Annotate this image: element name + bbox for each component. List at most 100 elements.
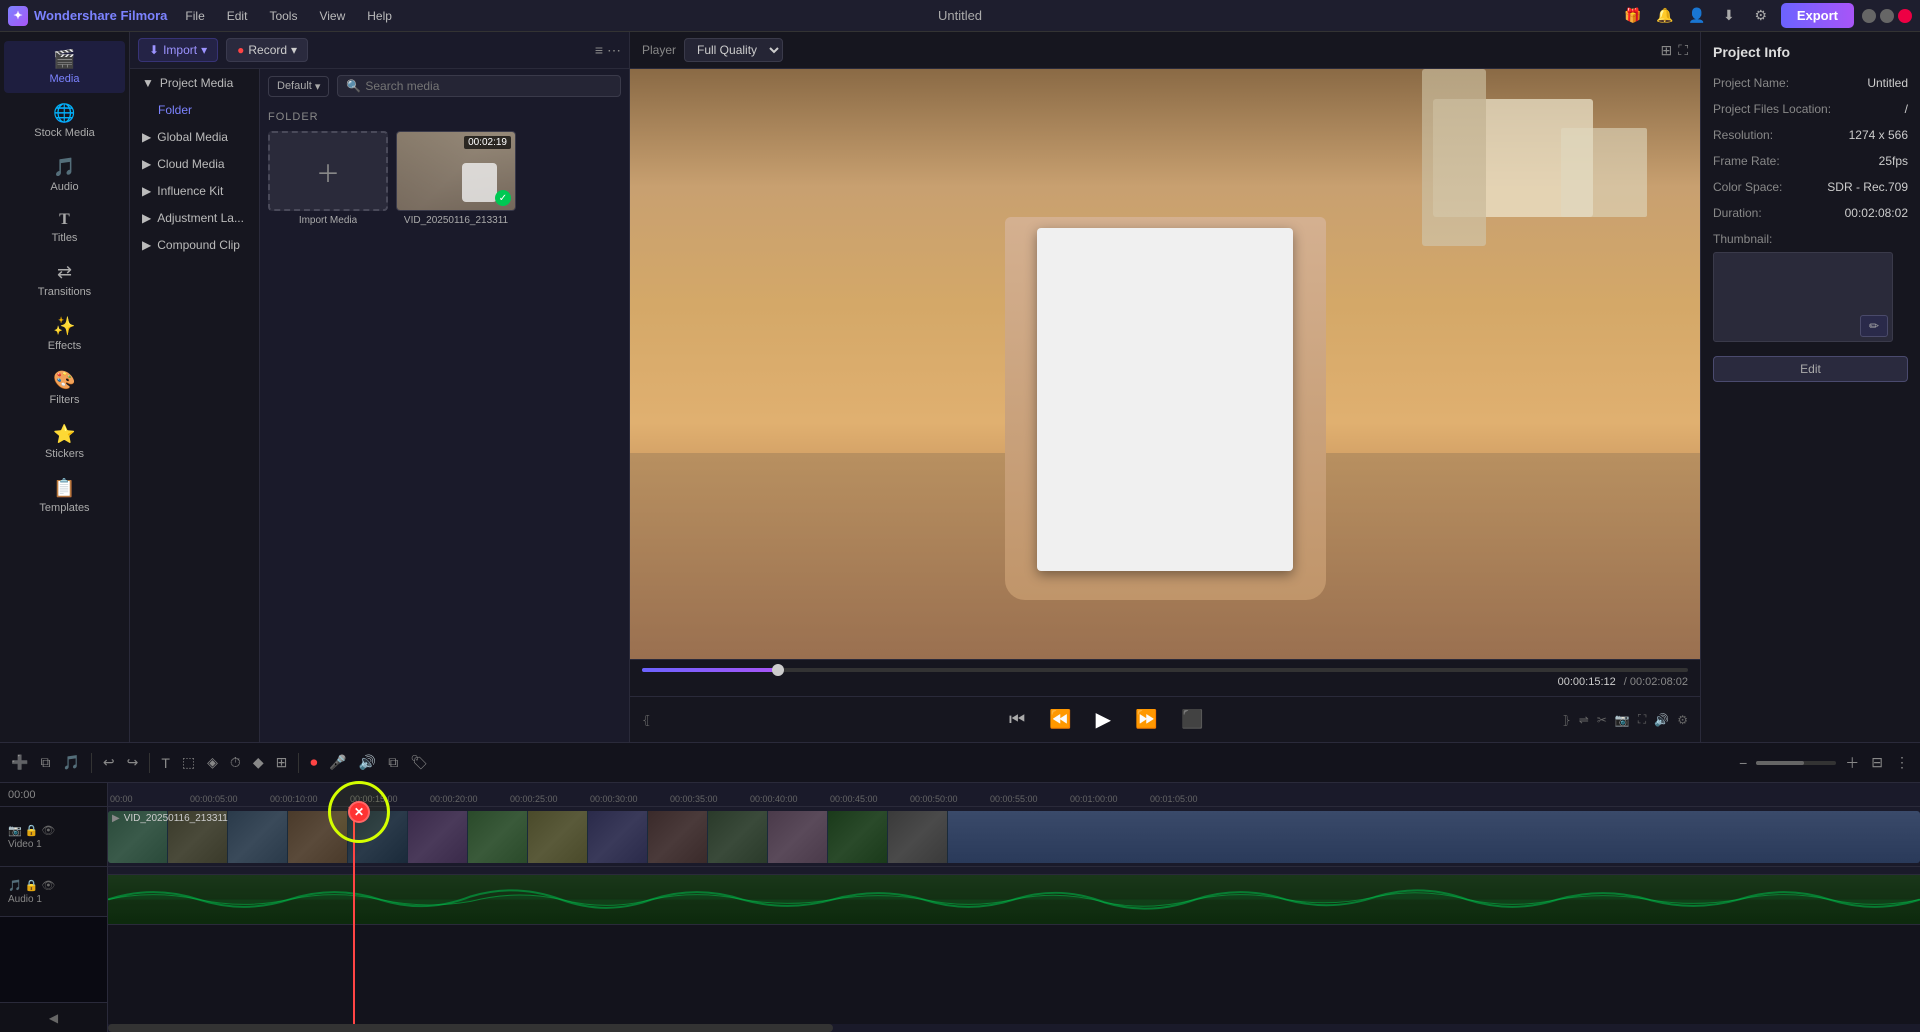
ruler-mark-12: 00:01:00:00 [1068, 794, 1148, 804]
quality-select[interactable]: Full Quality 1/2 1/4 [684, 38, 783, 62]
default-sort-button[interactable]: Default ▾ [268, 76, 329, 97]
settings-icon[interactable]: ⚙ [1749, 4, 1773, 28]
thumbnail-edit-icon[interactable]: ✏ [1860, 315, 1888, 337]
pip-button[interactable]: ⧉ [37, 751, 53, 774]
sidebar-item-audio[interactable]: 🎵 Audio [4, 149, 125, 201]
gift-icon[interactable]: 🎁 [1621, 4, 1645, 28]
sidebar-item-media[interactable]: 🎬 Media [4, 41, 125, 93]
sidebar-item-templates[interactable]: 📋 Templates [4, 470, 125, 522]
menu-edit[interactable]: Edit [217, 5, 258, 27]
audio-detach-button[interactable]: 🔊 [356, 751, 379, 774]
sidebar-item-filters[interactable]: 🎨 Filters [4, 362, 125, 414]
text-button[interactable]: T [158, 752, 173, 774]
close-button[interactable] [1898, 9, 1912, 23]
frame-back-button[interactable]: ⏪ [1045, 705, 1075, 734]
sidebar-item-titles[interactable]: T Titles [4, 203, 125, 252]
fullscreen-icon[interactable]: ⛶ [1678, 42, 1688, 59]
bracket-out-icon[interactable]: ⦄ [1562, 713, 1571, 727]
separator-3 [298, 753, 299, 773]
track-collapse-icon[interactable]: ◀ [49, 1011, 58, 1025]
bell-icon[interactable]: 🔔 [1653, 4, 1677, 28]
sidebar-item-transitions[interactable]: ⇄ Transitions [4, 254, 125, 306]
camera-track-icon[interactable]: 📷 [8, 824, 22, 837]
section-global-media[interactable]: ▶ Global Media [134, 124, 255, 150]
more-tools-button[interactable]: ⋮ [1892, 751, 1912, 774]
zoom-slider[interactable] [1756, 761, 1836, 765]
plus-zoom-button[interactable]: ＋ [1842, 750, 1862, 776]
section-cloud-expand-icon: ▶ [142, 157, 151, 171]
maximize-button[interactable] [1880, 9, 1894, 23]
settings2-icon[interactable]: ⚙ [1677, 713, 1688, 727]
record-button[interactable]: ● Record ▾ [226, 38, 308, 62]
scrollbar-thumb[interactable] [108, 1024, 833, 1032]
record-timeline-button[interactable]: ⏺ [307, 751, 320, 774]
grid-toggle-button[interactable]: ⊟ [1868, 751, 1886, 774]
sidebar-item-stickers[interactable]: ⭐ Stickers [4, 416, 125, 468]
redo-button[interactable]: ↪ [124, 751, 142, 774]
crop-button[interactable]: ⬚ [179, 751, 198, 774]
more-options-icon[interactable]: ⋯ [607, 42, 621, 59]
minus-zoom-button[interactable]: − [1736, 752, 1750, 774]
rewind-button[interactable]: ⏮ [1005, 705, 1029, 734]
menu-help[interactable]: Help [357, 5, 402, 27]
time-current: 00:00:15:12 [1558, 676, 1616, 688]
fullscreen2-icon[interactable]: ⛶ [1638, 712, 1646, 727]
voiceover-button[interactable]: 🎤 [326, 751, 349, 774]
section-adjustment[interactable]: ▶ Adjustment La... [134, 205, 255, 231]
color-space-row: Color Space: SDR - Rec.709 [1713, 180, 1908, 194]
import-button[interactable]: ⬇ Import ▾ [138, 38, 218, 62]
marker-button[interactable]: 🏷 [407, 751, 431, 774]
audio-track-button[interactable]: 🎵 [59, 751, 82, 774]
menu-file[interactable]: File [175, 5, 214, 27]
person-icon[interactable]: 👤 [1685, 4, 1709, 28]
audio-mix-icon[interactable]: 🔊 [1654, 713, 1669, 727]
import-media-item[interactable]: ＋ Import Media [268, 131, 388, 226]
filter-lines-icon[interactable]: ≡ [595, 42, 603, 59]
undo-button[interactable]: ↩ [100, 751, 118, 774]
progress-track[interactable] [642, 668, 1688, 672]
export-button[interactable]: Export [1781, 3, 1854, 28]
section-compound-clip[interactable]: ▶ Compound Clip [134, 232, 255, 258]
scissors-player-icon[interactable]: ✂ [1597, 713, 1607, 727]
grid-view-icon[interactable]: ⊞ [1660, 42, 1672, 59]
sidebar-item-effects[interactable]: ✨ Effects [4, 308, 125, 360]
multiselect-button[interactable]: ⊞ [273, 751, 291, 774]
audio-gap [108, 867, 1920, 875]
section-cloud-media[interactable]: ▶ Cloud Media [134, 151, 255, 177]
section-project-media[interactable]: ▼ Project Media [134, 70, 255, 96]
menu-view[interactable]: View [309, 5, 355, 27]
picture-in-picture-btn[interactable]: ⧉ [385, 751, 401, 774]
eye-track-icon[interactable]: 👁 [41, 824, 55, 837]
camera-icon[interactable]: 📷 [1615, 713, 1630, 727]
video-media-item[interactable]: 00:02:19 ✓ VID_20250116_213311 [396, 131, 516, 226]
audio-eye-icon[interactable]: 👁 [41, 879, 55, 892]
video-clip[interactable]: ▶ VID_20250116_213311 [108, 811, 1920, 863]
video-thumb-container[interactable]: 00:02:19 ✓ [396, 131, 516, 211]
frame-forward-button[interactable]: ⏩ [1131, 705, 1161, 734]
speed-icon[interactable]: ⇌ [1579, 713, 1589, 727]
playhead[interactable] [353, 807, 355, 1024]
speed-button[interactable]: ⏱ [227, 751, 244, 774]
sidebar-item-stock[interactable]: 🌐 Stock Media [4, 95, 125, 147]
section-folder[interactable]: Folder [150, 97, 255, 123]
progress-thumb[interactable] [772, 664, 784, 676]
add-track-button[interactable]: ➕ [8, 751, 31, 774]
search-input[interactable] [365, 79, 612, 93]
thumbnail-row: Thumbnail: ✏ Edit [1713, 232, 1908, 382]
bracket-in-icon[interactable]: ⦃ [642, 713, 651, 727]
section-influence-kit[interactable]: ▶ Influence Kit [134, 178, 255, 204]
window-controls [1862, 9, 1912, 23]
composite-button[interactable]: ◈ [204, 751, 221, 774]
play-button[interactable]: ▶ [1092, 703, 1115, 736]
music-track-icon[interactable]: 🎵 [8, 879, 22, 892]
minimize-button[interactable] [1862, 9, 1876, 23]
download-icon[interactable]: ⬇ [1717, 4, 1741, 28]
edit-button[interactable]: Edit [1713, 356, 1908, 382]
timeline-scrollbar[interactable] [108, 1024, 1920, 1032]
import-thumb[interactable]: ＋ [268, 131, 388, 211]
menu-tools[interactable]: Tools [259, 5, 307, 27]
audio-lock-icon[interactable]: 🔒 [25, 879, 39, 892]
lock-track-icon[interactable]: 🔒 [25, 824, 39, 837]
stop-button[interactable]: ⬛ [1177, 705, 1207, 734]
keyframe-button[interactable]: ◆ [250, 751, 267, 774]
